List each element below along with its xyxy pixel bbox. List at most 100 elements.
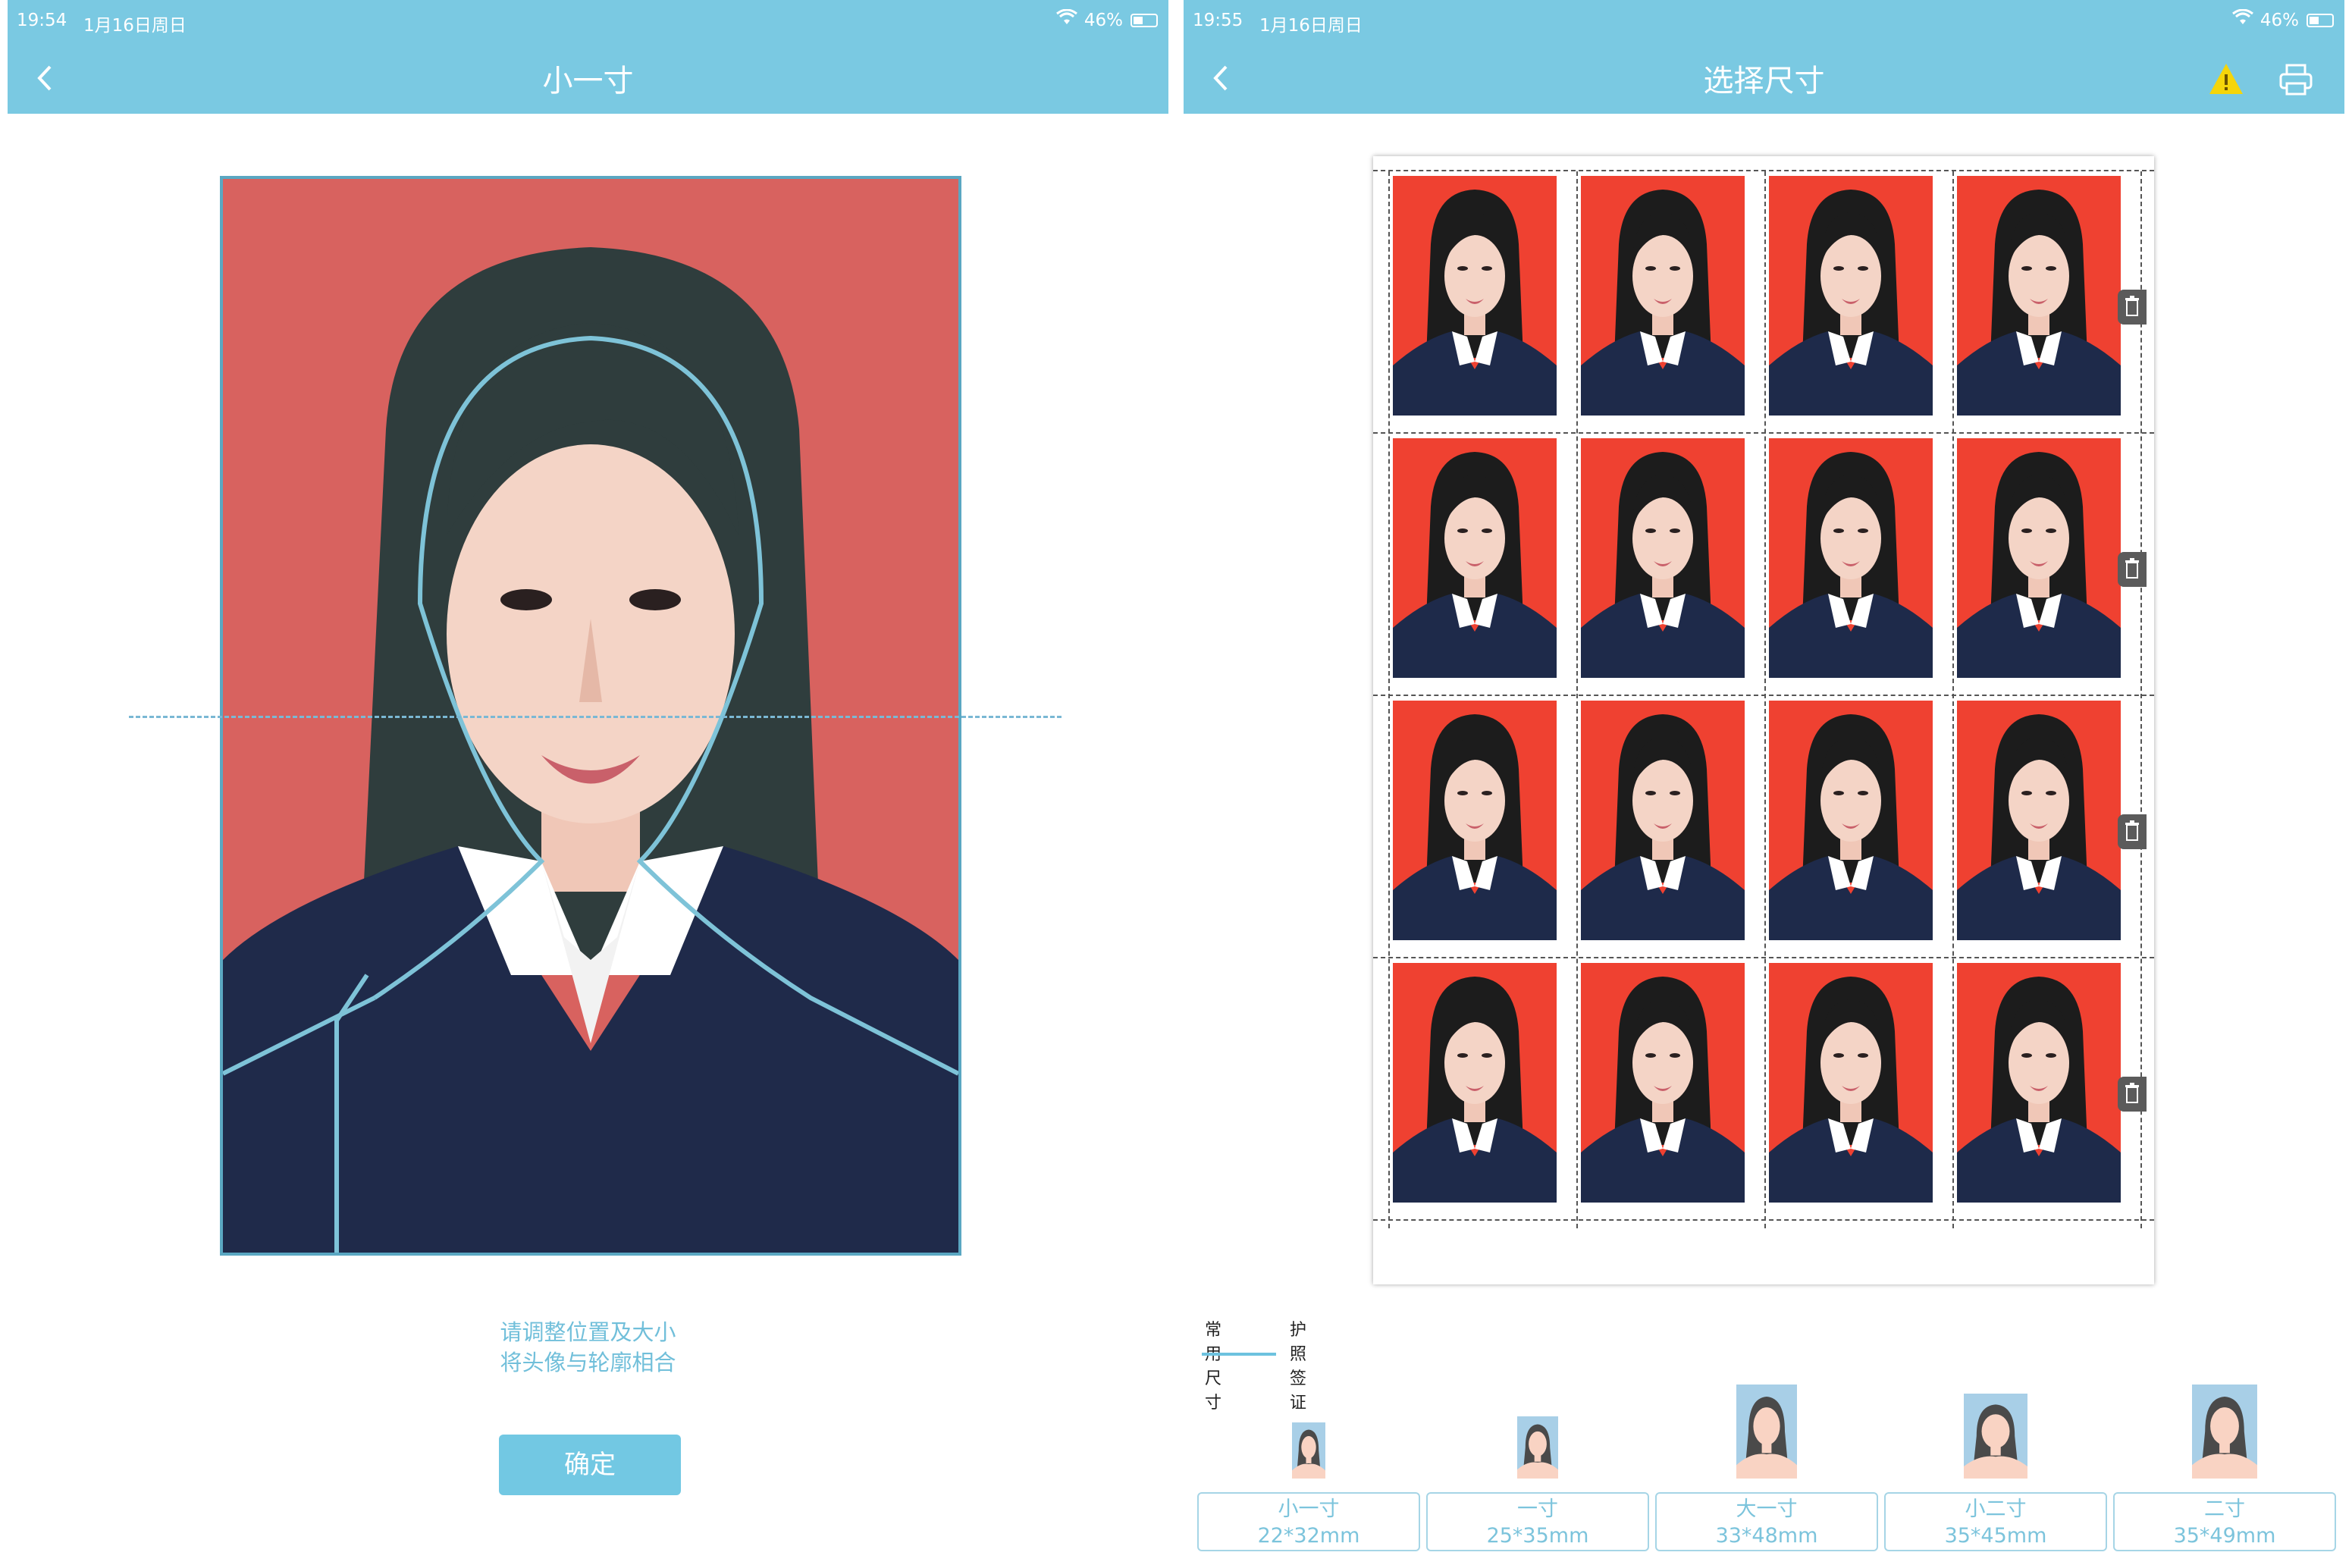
photo-thumbnail (1581, 963, 1745, 1203)
status-date: 1月16日周日 (1259, 16, 1363, 36)
photo-cell[interactable] (1384, 681, 1570, 942)
person-silhouette-icon (1964, 1394, 2027, 1479)
size-preview (2113, 1385, 2336, 1479)
photo-cell[interactable] (1760, 419, 1946, 680)
page-title: 小一寸 (542, 64, 634, 99)
status-time: 19:54 (17, 11, 67, 30)
photo-cell[interactable] (1948, 943, 2134, 1205)
size-preview (1426, 1416, 1649, 1479)
left-screen: 19:54 1月16日周日 46% 小一寸 请调整位置及大小 将头像与轮廓相合 … (0, 0, 1176, 1568)
size-preview (1655, 1385, 1878, 1479)
size-button[interactable]: 小二寸 35*45mm (1884, 1492, 2107, 1551)
cut-line-vertical (1388, 171, 1390, 1228)
nav-bar: 小一寸 (8, 44, 1168, 114)
size-dimensions: 35*49mm (2173, 1524, 2276, 1548)
size-name: 小二寸 (1965, 1497, 2027, 1521)
size-name: 一寸 (1517, 1497, 1558, 1521)
active-tab-indicator (1202, 1353, 1276, 1356)
printer-icon[interactable] (2276, 59, 2316, 99)
photo-cell[interactable] (1384, 156, 1570, 418)
photo-thumbnail (1393, 176, 1557, 416)
battery-icon (2307, 14, 2334, 27)
photo-thumbnail (1581, 701, 1745, 940)
cut-line-horizontal (1373, 1219, 2154, 1221)
photo-cell[interactable] (1572, 156, 1758, 418)
size-preview (1884, 1394, 2107, 1479)
photo-thumbnail (1957, 963, 2121, 1203)
photo-thumbnail (1581, 438, 1745, 678)
size-option[interactable]: 一寸 25*35mm (1426, 1369, 1649, 1551)
status-time: 19:55 (1193, 11, 1243, 30)
size-option[interactable]: 二寸 35*49mm (2113, 1369, 2336, 1551)
wifi-icon (2232, 8, 2253, 30)
battery-icon (1131, 14, 1158, 27)
photo-thumbnail (1769, 963, 1933, 1203)
wifi-icon (1056, 8, 1077, 30)
photo-cell[interactable] (1572, 681, 1758, 942)
cut-line-vertical (1952, 171, 1954, 1228)
right-screen: 19:55 1月16日周日 46% 选择尺寸 常用尺寸 护照签证 小一寸22*3… (1176, 0, 2352, 1568)
person-silhouette-icon (1292, 1422, 1325, 1479)
person-silhouette-icon (1517, 1416, 1558, 1479)
battery-percent: 46% (2259, 11, 2299, 30)
size-name: 大一寸 (1736, 1497, 1798, 1521)
photo-cell[interactable] (1572, 419, 1758, 680)
photo-thumbnail (1393, 701, 1557, 940)
battery-percent: 46% (1083, 11, 1123, 30)
trash-icon[interactable] (2118, 1077, 2147, 1112)
status-bar: 19:55 1月16日周日 46% (1184, 0, 2344, 44)
cut-line-vertical (1576, 171, 1578, 1228)
photo-thumbnail (1393, 438, 1557, 678)
size-button[interactable]: 大一寸 33*48mm (1655, 1492, 1878, 1551)
photo-cell[interactable] (1948, 681, 2134, 942)
size-button[interactable]: 二寸 35*49mm (2113, 1492, 2336, 1551)
size-dimensions: 22*32mm (1257, 1524, 1360, 1548)
chin-guide-line (129, 716, 1062, 718)
hint-line-2: 将头像与轮廓相合 (500, 1350, 676, 1375)
size-name: 二寸 (2204, 1497, 2245, 1521)
photo-thumbnail (1393, 963, 1557, 1203)
photo-cell[interactable] (1384, 419, 1570, 680)
person-silhouette-icon (1736, 1385, 1797, 1479)
photo-cell[interactable] (1384, 943, 1570, 1205)
cut-line-horizontal (1373, 432, 2154, 434)
photo-thumbnail (1957, 701, 2121, 940)
size-option[interactable]: 大一寸 33*48mm (1655, 1369, 1878, 1551)
confirm-button[interactable]: 确定 (499, 1435, 681, 1495)
size-preview (1197, 1422, 1420, 1479)
warning-icon[interactable] (2206, 59, 2246, 99)
size-option[interactable]: 小二寸 35*45mm (1884, 1369, 2107, 1551)
page-title: 选择尺寸 (1703, 64, 1825, 99)
cut-line-horizontal (1373, 170, 2154, 171)
trash-icon[interactable] (2118, 290, 2147, 325)
photo-cell[interactable] (1948, 156, 2134, 418)
photo-cell[interactable] (1760, 943, 1946, 1205)
size-button[interactable]: 小一寸 22*32mm (1197, 1492, 1420, 1551)
size-dimensions: 33*48mm (1715, 1524, 1818, 1548)
size-button[interactable]: 一寸 25*35mm (1426, 1492, 1649, 1551)
cut-line-vertical (1764, 171, 1766, 1228)
cut-line-horizontal (1373, 957, 2154, 958)
nav-bar: 选择尺寸 (1184, 44, 2344, 114)
print-sheet (1373, 156, 2154, 1284)
size-option[interactable]: 小一寸 22*32mm (1197, 1369, 1420, 1551)
photo-thumbnail (1957, 176, 2121, 416)
photo-thumbnail (1957, 438, 2121, 678)
cut-line-vertical (2140, 171, 2142, 1228)
cut-line-horizontal (1373, 695, 2154, 696)
status-bar: 19:54 1月16日周日 46% (8, 0, 1168, 44)
trash-icon[interactable] (2118, 814, 2147, 849)
photo-cell[interactable] (1760, 681, 1946, 942)
status-date: 1月16日周日 (83, 16, 187, 36)
photo-thumbnail (1581, 176, 1745, 416)
photo-cell[interactable] (1572, 943, 1758, 1205)
photo-cell[interactable] (1948, 419, 2134, 680)
photo-thumbnail (1769, 438, 1933, 678)
trash-icon[interactable] (2118, 552, 2147, 587)
size-dimensions: 25*35mm (1486, 1524, 1589, 1548)
size-name: 小一寸 (1278, 1497, 1340, 1521)
photo-thumbnail (1769, 701, 1933, 940)
photo-cell[interactable] (1760, 156, 1946, 418)
photo-thumbnail (1769, 176, 1933, 416)
size-dimensions: 35*45mm (1944, 1524, 2047, 1548)
